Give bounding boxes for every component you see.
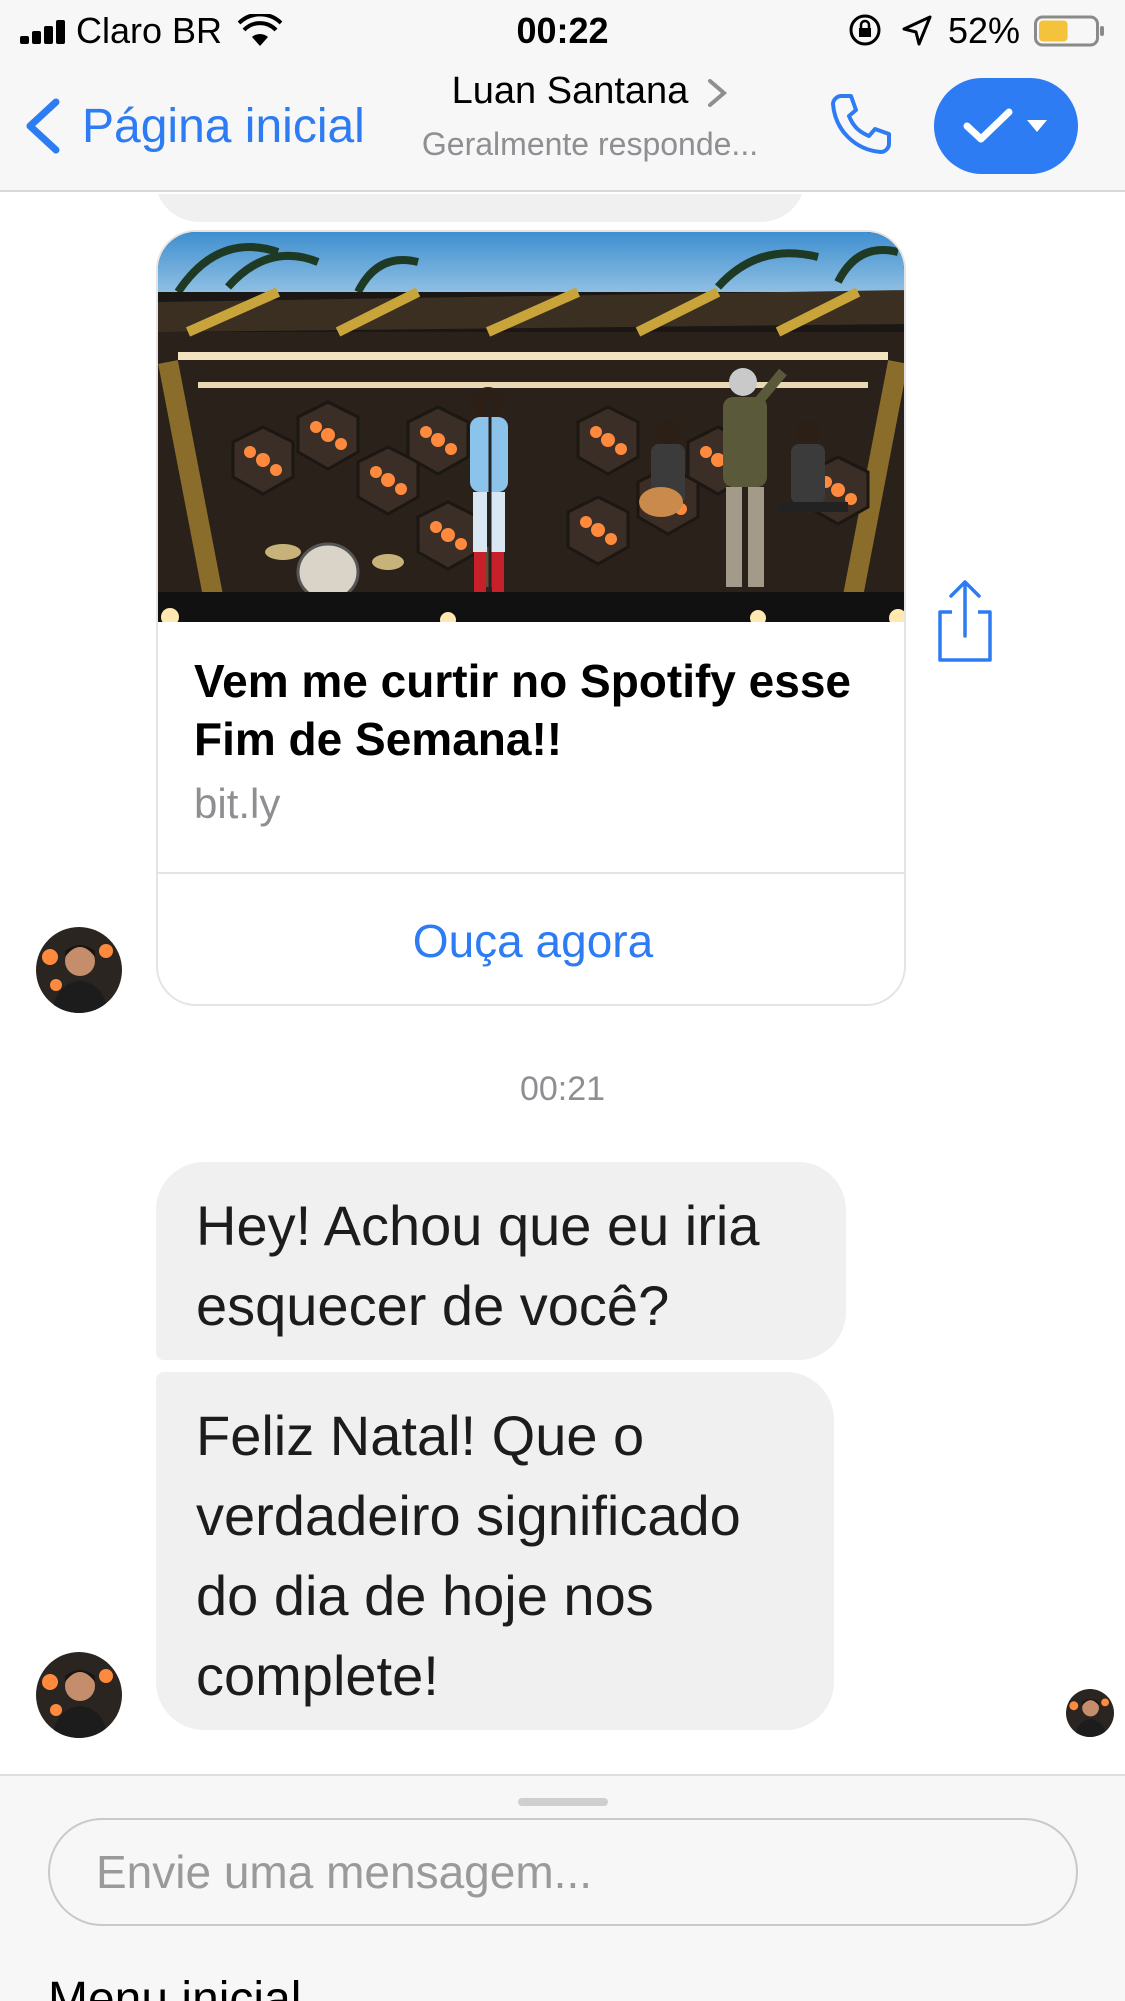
drag-handle[interactable] [518, 1798, 608, 1806]
contact-name: Luan Santana [451, 70, 689, 112]
mark-done-button[interactable] [934, 78, 1078, 174]
message-bubble[interactable]: Feliz Natal! Que o verdadeiro significad… [156, 1372, 834, 1730]
listen-now-button[interactable]: Ouça agora [158, 874, 904, 1004]
location-arrow-icon [902, 15, 932, 46]
phone-icon[interactable] [825, 90, 895, 160]
messenger-screen: Claro BR 00:22 52% Página inicial Luan S… [0, 0, 1125, 2001]
message-timestamp: 00:21 [519, 1070, 606, 1108]
avatar[interactable] [36, 1652, 122, 1738]
concert-stage-image[interactable] [158, 232, 906, 622]
caret-down-icon [1027, 120, 1047, 132]
rotation-lock-icon [849, 14, 881, 46]
link-domain: bit.ly [194, 780, 281, 827]
status-bar: Claro BR 00:22 52% [0, 0, 1125, 60]
chevron-left-icon [26, 98, 60, 154]
link-title: Vem me curtir no Spotify esse Fim de Sem… [194, 655, 852, 765]
back-button[interactable]: Página inicial [22, 96, 365, 156]
previous-message-bubble [155, 194, 805, 222]
back-label: Página inicial [82, 99, 365, 153]
navigation-bar: Página inicial Luan Santana Geralmente r… [0, 60, 1125, 192]
checkmark-icon [963, 108, 1013, 143]
battery-icon [1034, 15, 1104, 47]
contact-avatar-image [36, 927, 122, 1013]
chevron-right-icon [708, 78, 728, 107]
message-thread[interactable]: Vem me curtir no Spotify esse Fim de Sem… [0, 194, 1125, 1774]
message-bubble[interactable]: Hey! Achou que eu iria esquecer de você? [156, 1162, 846, 1360]
composer-bar: Envie uma mensagem... Menu inicial [0, 1774, 1125, 2001]
avatar[interactable] [36, 927, 122, 1013]
share-icon[interactable] [934, 578, 996, 664]
read-receipt-avatar [1066, 1689, 1114, 1737]
battery-percent: 52% [948, 10, 1021, 51]
response-time-subtitle: Geralmente responde... [421, 126, 759, 162]
menu-label[interactable]: Menu inicial [48, 1972, 301, 2001]
read-receipt-avatar-image [1066, 1689, 1114, 1737]
conversation-title[interactable]: Luan Santana [400, 70, 780, 113]
link-preview-card[interactable]: Vem me curtir no Spotify esse Fim de Sem… [156, 230, 906, 1006]
contact-avatar-image [36, 1652, 122, 1738]
message-input[interactable]: Envie uma mensagem... [48, 1818, 1078, 1926]
